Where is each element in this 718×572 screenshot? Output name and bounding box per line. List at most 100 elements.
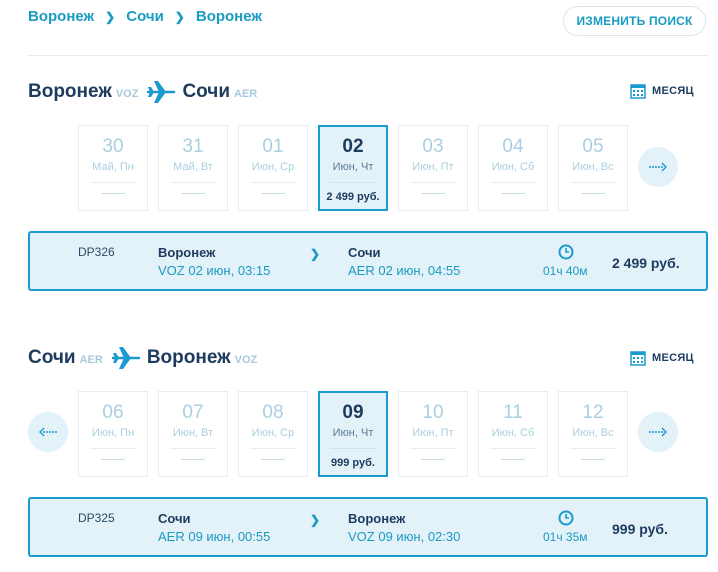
departure-time: AER 09 июн, 00:55: [158, 529, 271, 544]
date-card[interactable]: 08 Июн, Ср: [238, 391, 308, 477]
breadcrumb-item-destination[interactable]: Сочи: [126, 8, 164, 25]
date-day: 08: [262, 402, 284, 423]
flight-duration: 01ч 35м: [543, 530, 588, 544]
month-label: МЕСЯЦ: [652, 85, 694, 97]
no-price-dash: [261, 193, 285, 194]
date-card-selected[interactable]: 09 Июн, Чт 999 руб.: [318, 391, 388, 477]
date-card[interactable]: 04 Июн, Сб: [478, 125, 548, 211]
date-day: 09: [342, 402, 364, 423]
chevron-right-icon: ❯: [105, 9, 116, 24]
route-to-city: Сочи: [182, 81, 231, 102]
departure-time: VOZ 02 июн, 03:15: [158, 263, 271, 278]
date-weekday: Май, Пн: [92, 161, 134, 173]
chevron-right-icon: ❯: [174, 9, 185, 24]
route-to-code: VOZ: [234, 354, 258, 366]
date-weekday: Июн, Сб: [491, 161, 535, 173]
divider: [410, 448, 456, 449]
divider: [90, 448, 136, 449]
divider: [28, 55, 708, 56]
next-dates-button[interactable]: [638, 147, 678, 187]
date-weekday: Июн, Вс: [572, 427, 614, 439]
date-card[interactable]: 07 Июн, Вт: [158, 391, 228, 477]
date-card[interactable]: 06 Июн, Пн: [78, 391, 148, 477]
no-price-dash: [181, 459, 205, 460]
date-day: 11: [503, 402, 523, 423]
clock-icon: [558, 244, 574, 260]
date-day: 07: [182, 402, 204, 423]
flight-row-outbound[interactable]: DP326 Воронеж VOZ 02 июн, 03:15 ❯ Сочи A…: [28, 231, 708, 291]
date-day: 06: [102, 402, 124, 423]
flight-number: DP326: [78, 245, 115, 259]
arrival-city: Сочи: [348, 245, 381, 260]
divider: [250, 448, 296, 449]
date-card[interactable]: 01 Июн, Ср: [238, 125, 308, 211]
date-price: 2 499 руб.: [326, 191, 380, 203]
no-price-dash: [421, 193, 445, 194]
divider: [570, 448, 616, 449]
no-price-dash: [581, 193, 605, 194]
next-dates-button[interactable]: [638, 412, 678, 452]
no-price-dash: [101, 459, 125, 460]
route-from-code: AER: [79, 354, 103, 366]
date-weekday: Июн, Чт: [332, 427, 374, 439]
date-weekday: Май, Вт: [173, 161, 213, 173]
date-strip-return: 06 Июн, Пн 07 Июн, Вт 08 Июн, Ср 09 Июн,…: [78, 391, 628, 477]
divider: [330, 182, 376, 183]
flight-price: 2 499 руб.: [612, 255, 680, 271]
date-card[interactable]: 03 Июн, Пт: [398, 125, 468, 211]
divider: [330, 448, 376, 449]
airplane-icon: [111, 347, 141, 369]
divider: [90, 182, 136, 183]
clock-icon: [558, 510, 574, 526]
dotted-arrow-right-icon: [649, 427, 667, 437]
no-price-dash: [101, 193, 125, 194]
breadcrumb-item-origin[interactable]: Воронеж: [28, 8, 94, 25]
route-from-city: Воронеж: [28, 81, 112, 102]
breadcrumb-item-return[interactable]: Воронеж: [196, 8, 262, 25]
date-card[interactable]: 10 Июн, Пт: [398, 391, 468, 477]
date-card-selected[interactable]: 02 Июн, Чт 2 499 руб.: [318, 125, 388, 211]
change-search-button[interactable]: ИЗМЕНИТЬ ПОИСК: [563, 6, 706, 36]
date-day: 31: [182, 136, 204, 157]
month-button[interactable]: МЕСЯЦ: [630, 350, 694, 366]
date-weekday: Июн, Чт: [332, 161, 374, 173]
date-weekday: Июн, Пт: [412, 427, 454, 439]
departure-city: Сочи: [158, 511, 191, 526]
no-price-dash: [501, 459, 525, 460]
chevron-right-icon: ❯: [310, 513, 321, 527]
month-label: МЕСЯЦ: [652, 352, 694, 364]
date-day: 01: [262, 136, 284, 157]
route-from-code: VOZ: [115, 88, 139, 100]
calendar-icon: [630, 351, 646, 366]
divider: [490, 448, 536, 449]
date-card[interactable]: 11 Июн, Сб: [478, 391, 548, 477]
date-card[interactable]: 05 Июн, Вс: [558, 125, 628, 211]
date-weekday: Июн, Сб: [491, 427, 535, 439]
route-header-outbound: Воронеж VOZ Сочи AER: [28, 78, 257, 106]
date-weekday: Июн, Ср: [251, 161, 295, 173]
no-price-dash: [181, 193, 205, 194]
prev-dates-button[interactable]: [28, 412, 68, 452]
date-card[interactable]: 30 Май, Пн: [78, 125, 148, 211]
flight-row-return[interactable]: DP325 Сочи AER 09 июн, 00:55 ❯ Воронеж V…: [28, 497, 708, 557]
date-day: 03: [422, 136, 444, 157]
date-price: 999 руб.: [331, 457, 375, 469]
calendar-icon: [630, 84, 646, 99]
date-day: 05: [582, 136, 604, 157]
date-weekday: Июн, Пт: [412, 161, 454, 173]
flight-price: 999 руб.: [612, 521, 668, 537]
airplane-icon: [147, 81, 176, 103]
divider: [250, 182, 296, 183]
date-weekday: Июн, Вс: [572, 161, 614, 173]
departure-city: Воронеж: [158, 245, 216, 260]
date-card[interactable]: 31 Май, Вт: [158, 125, 228, 211]
no-price-dash: [581, 459, 605, 460]
date-weekday: Июн, Ср: [251, 427, 295, 439]
date-strip-outbound: 30 Май, Пн 31 Май, Вт 01 Июн, Ср 02 Июн,…: [78, 125, 628, 211]
breadcrumb: Воронеж ❯ Сочи ❯ Воронеж: [28, 8, 262, 25]
date-day: 12: [582, 402, 604, 423]
date-card[interactable]: 12 Июн, Вс: [558, 391, 628, 477]
dotted-arrow-right-icon: [649, 162, 667, 172]
divider: [410, 182, 456, 183]
month-button[interactable]: МЕСЯЦ: [630, 83, 694, 99]
